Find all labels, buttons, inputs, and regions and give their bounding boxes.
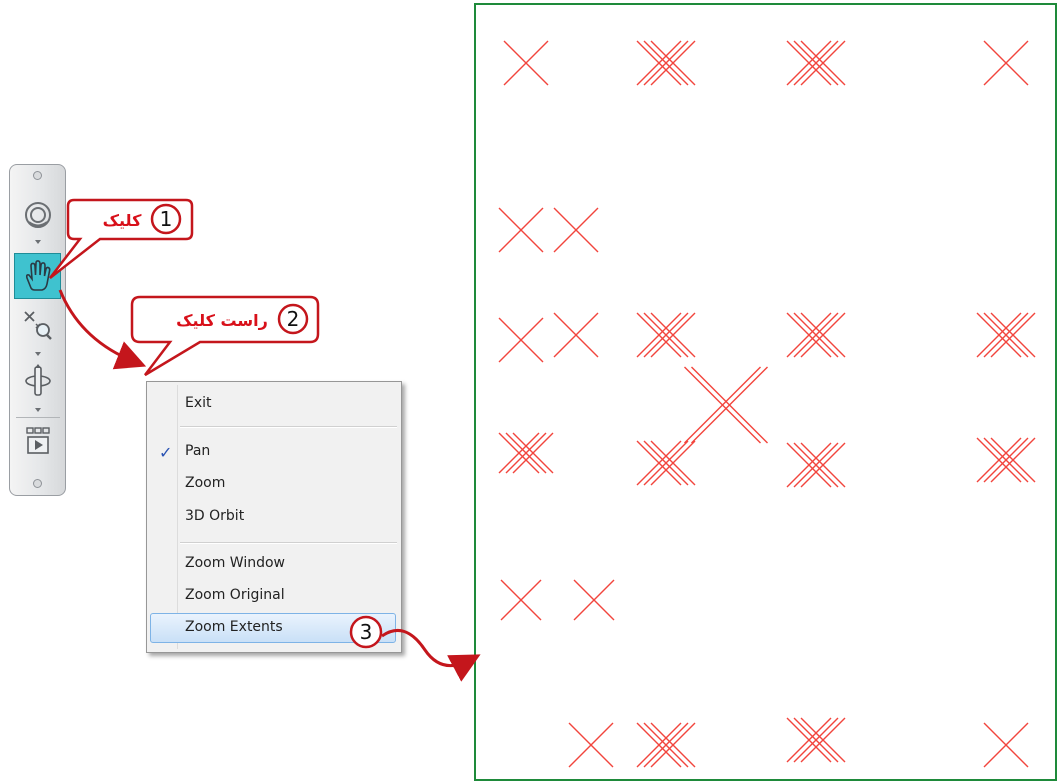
- callout-2-number: 2: [287, 307, 300, 331]
- callout-1-number: 1: [160, 207, 173, 231]
- callout-1-label: کلیک: [103, 211, 142, 230]
- callout-3-number: 3: [360, 620, 373, 644]
- callout-1: 1 کلیک: [49, 198, 194, 279]
- annotation-layer: 1 کلیک 2 راست کلیک 3: [49, 198, 481, 682]
- arrow-to-menu: [58, 289, 147, 370]
- callout-3: 3: [349, 615, 383, 649]
- callout-2-label: راست کلیک: [176, 311, 268, 330]
- arrow-to-drawing: [381, 628, 481, 682]
- callout-2: 2 راست کلیک: [130, 295, 320, 377]
